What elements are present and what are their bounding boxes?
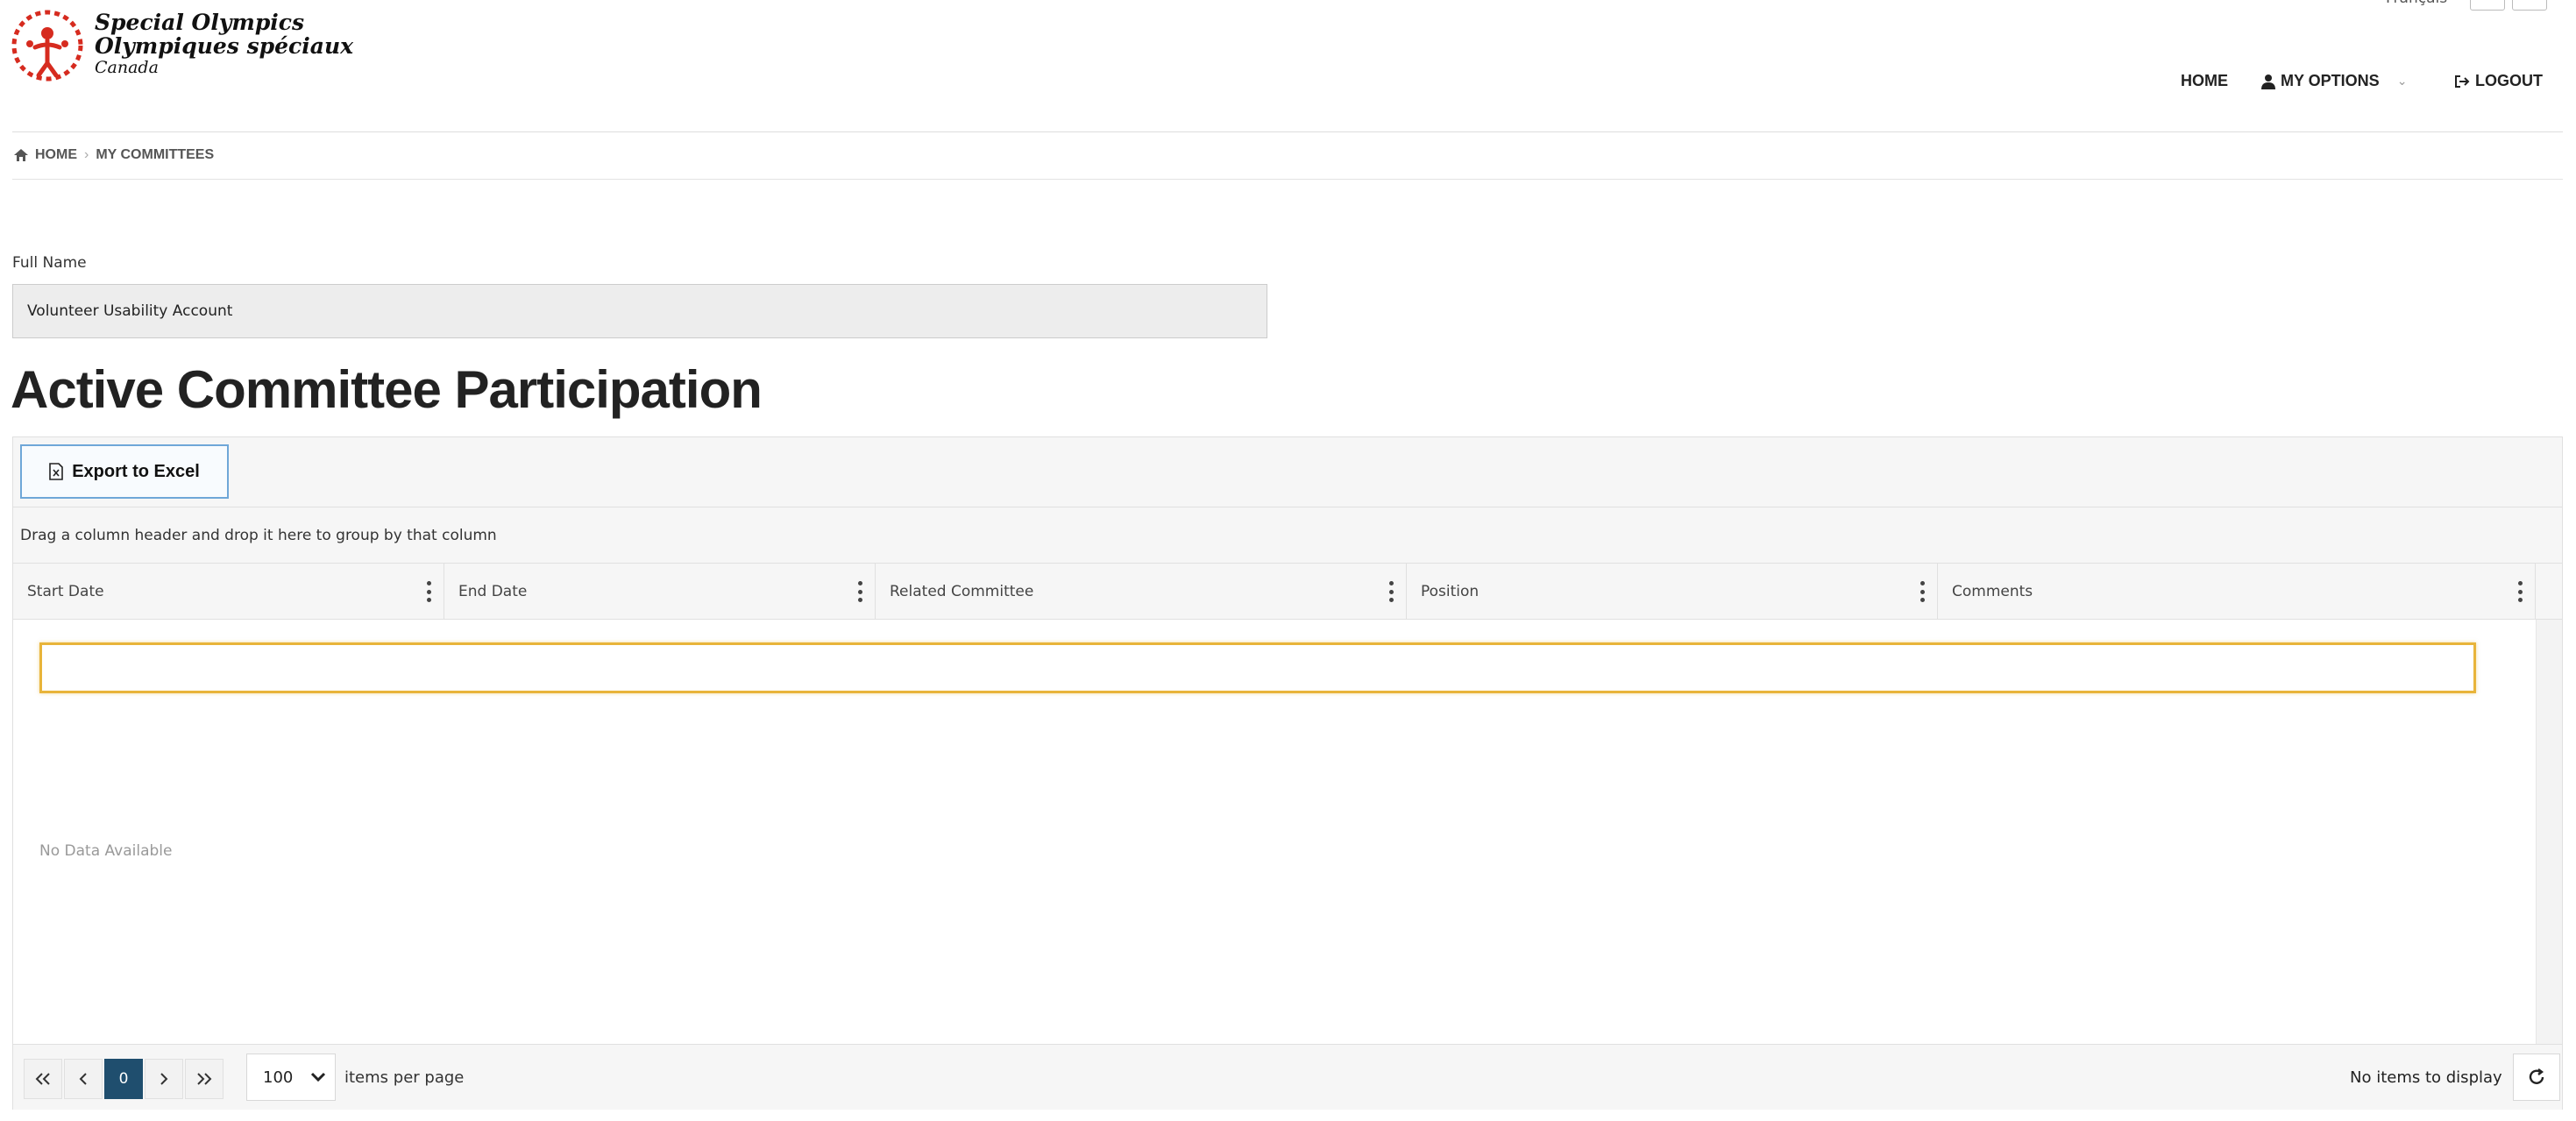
column-menu-icon[interactable] xyxy=(1920,581,1925,602)
double-chevron-left-icon xyxy=(35,1073,50,1085)
vertical-scrollbar[interactable] xyxy=(2536,620,2562,1044)
column-menu-icon[interactable] xyxy=(426,581,431,602)
chevron-down-icon xyxy=(310,1072,326,1082)
full-name-field: Volunteer Usability Account xyxy=(12,284,1267,338)
column-header-end-date[interactable]: End Date xyxy=(444,564,876,620)
header-divider xyxy=(12,131,2563,132)
next-page-button[interactable] xyxy=(145,1059,183,1099)
no-data-message: No Data Available xyxy=(39,842,173,860)
page-size-value: 100 xyxy=(263,1068,294,1087)
chevron-left-icon xyxy=(79,1073,87,1085)
page-size-select[interactable]: 100 xyxy=(246,1054,336,1101)
column-header-label: End Date xyxy=(458,583,528,600)
font-increase-button[interactable]: A+ xyxy=(2470,0,2505,11)
nav-my-options-label: MY OPTIONS xyxy=(2281,72,2380,89)
breadcrumb: HOME › MY COMMITTEES xyxy=(14,147,214,163)
breadcrumb-divider xyxy=(12,179,2563,180)
grid-body: No Data Available xyxy=(13,620,2536,1044)
refresh-icon xyxy=(2529,1068,2544,1084)
column-header-label: Comments xyxy=(1952,583,2033,600)
breadcrumb-current: MY COMMITTEES xyxy=(96,147,215,162)
column-header-label: Related Committee xyxy=(890,583,1034,600)
logo-text-line2: Olympiques spéciaux xyxy=(95,33,354,59)
grid-toolbar: Export to Excel xyxy=(13,437,2562,507)
column-menu-icon[interactable] xyxy=(857,581,862,602)
column-header-position[interactable]: Position xyxy=(1407,564,1938,620)
previous-page-button[interactable] xyxy=(64,1059,103,1099)
focused-row-outline[interactable] xyxy=(39,642,2476,693)
refresh-button[interactable] xyxy=(2513,1054,2560,1101)
page-title: Active Committee Participation xyxy=(11,360,763,419)
logout-icon xyxy=(2455,74,2470,88)
items-per-page-label: items per page xyxy=(344,1068,465,1087)
chevron-down-icon: ⌄ xyxy=(2396,74,2408,88)
scrollbar-header-spacer xyxy=(2536,564,2562,620)
column-header-label: Start Date xyxy=(27,583,104,600)
current-page-button[interactable]: 0 xyxy=(104,1059,143,1099)
home-icon[interactable] xyxy=(14,149,28,161)
double-chevron-right-icon xyxy=(197,1073,212,1085)
grid-pager: 0 100 items per page No items to display xyxy=(13,1044,2562,1110)
column-header-related-committee[interactable]: Related Committee xyxy=(876,564,1407,620)
committee-grid: Export to Excel Drag a column header and… xyxy=(12,436,2563,1110)
export-to-excel-button[interactable]: Export to Excel xyxy=(20,444,229,499)
language-link[interactable]: Français xyxy=(2386,0,2447,7)
column-header-label: Position xyxy=(1421,583,1480,600)
breadcrumb-separator-icon: › xyxy=(84,147,89,162)
column-menu-icon[interactable] xyxy=(2517,581,2523,602)
grid-header-row: Start Date End Date Related Committee Po… xyxy=(13,564,2536,620)
nav-logout-label: LOGOUT xyxy=(2475,72,2543,89)
user-icon xyxy=(2261,74,2275,89)
special-olympics-logo-icon xyxy=(11,10,83,82)
pager-info: No items to display xyxy=(2350,1068,2502,1087)
column-menu-icon[interactable] xyxy=(1388,581,1394,602)
site-logo[interactable]: Special Olympics Olympiques spéciaux Can… xyxy=(11,9,379,82)
group-by-drop-area[interactable]: Drag a column header and drop it here to… xyxy=(13,507,2562,564)
nav-logout[interactable]: LOGOUT xyxy=(2454,72,2543,90)
logo-text-line1: Special Olympics xyxy=(95,10,305,35)
nav-home[interactable]: HOME xyxy=(2181,72,2228,90)
full-name-label: Full Name xyxy=(12,254,87,272)
excel-file-icon xyxy=(49,463,63,480)
export-to-excel-label: Export to Excel xyxy=(72,461,200,481)
chevron-right-icon xyxy=(160,1073,168,1085)
nav-my-options[interactable]: MY OPTIONS ⌄ xyxy=(2261,72,2407,90)
logo-text-line3: Canada xyxy=(95,58,159,77)
breadcrumb-home[interactable]: HOME xyxy=(35,147,77,163)
column-header-comments[interactable]: Comments xyxy=(1938,564,2536,620)
column-header-start-date[interactable]: Start Date xyxy=(13,564,444,620)
font-decrease-button[interactable]: -A xyxy=(2512,0,2547,11)
last-page-button[interactable] xyxy=(185,1059,224,1099)
nav-home-label: HOME xyxy=(2181,72,2228,89)
first-page-button[interactable] xyxy=(24,1059,62,1099)
